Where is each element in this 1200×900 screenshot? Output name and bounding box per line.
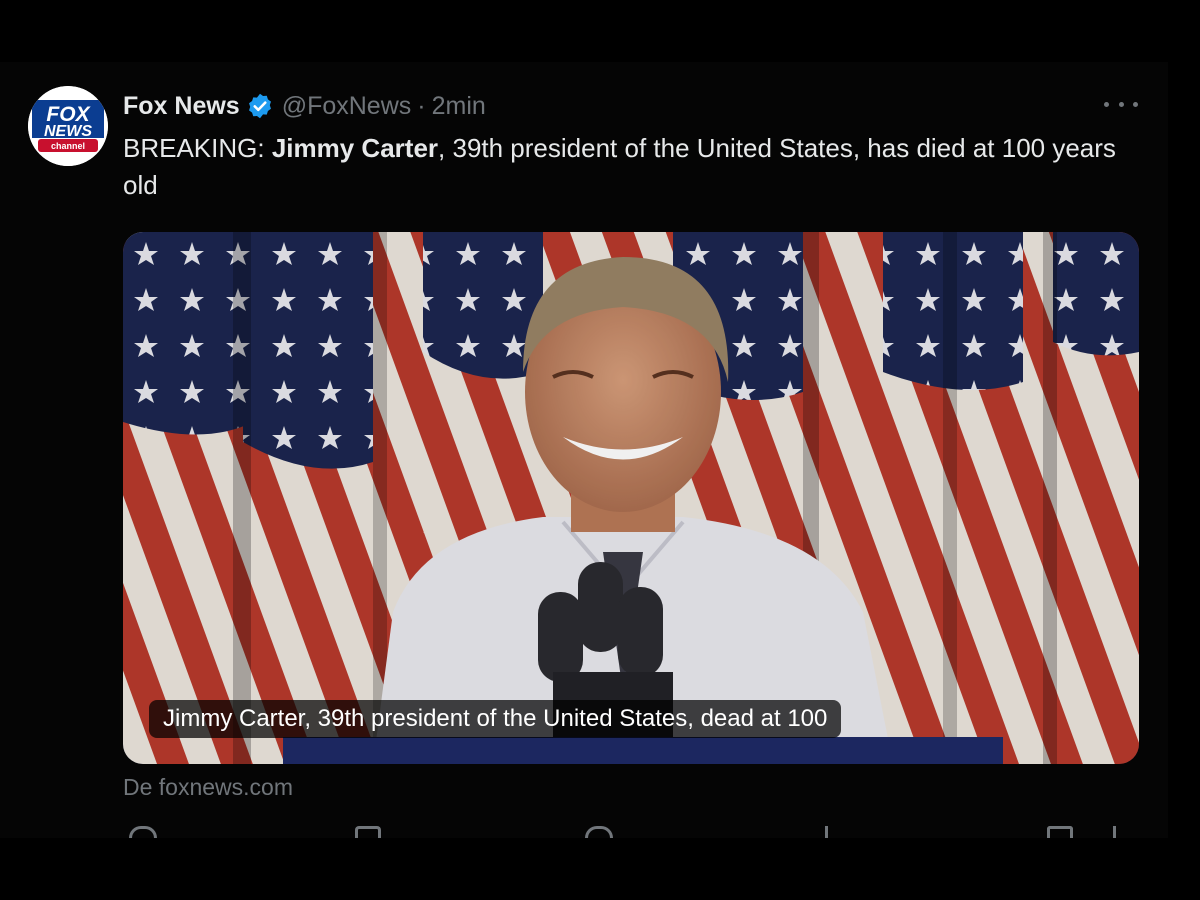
carter-photo	[123, 232, 1139, 764]
author-handle[interactable]: @FoxNews	[282, 92, 412, 121]
more-horizontal-icon[interactable]	[1104, 96, 1138, 112]
separator-dot: ·	[417, 91, 426, 120]
views-icon[interactable]	[825, 826, 828, 838]
text-prefix: BREAKING:	[123, 133, 272, 163]
reply-icon[interactable]	[129, 826, 157, 838]
share-icon[interactable]	[1113, 826, 1116, 838]
action-bar	[123, 826, 1133, 838]
media-caption: Jimmy Carter, 39th president of the Unit…	[149, 700, 842, 738]
logo-line2: NEWS	[44, 123, 92, 140]
tweet-text: BREAKING: Jimmy Carter, 39th president o…	[123, 130, 1143, 204]
verified-badge-icon	[246, 92, 274, 120]
author-name[interactable]: Fox News	[123, 92, 240, 121]
like-icon[interactable]	[585, 826, 613, 838]
text-bold-name: Jimmy Carter	[271, 133, 439, 163]
timestamp[interactable]: 2min	[432, 92, 486, 121]
tweet-card[interactable]: FOX NEWS channel Fox News @FoxNews · 2mi…	[0, 62, 1168, 838]
tweet-header: Fox News @FoxNews · 2min	[123, 90, 486, 122]
bookmark-icon[interactable]	[1047, 826, 1073, 838]
fox-news-avatar[interactable]: FOX NEWS channel	[28, 86, 108, 166]
retweet-icon[interactable]	[355, 826, 381, 838]
link-source[interactable]: De foxnews.com	[123, 774, 293, 801]
logo-line3: channel	[51, 141, 85, 151]
tweet-media-card[interactable]: Jimmy Carter, 39th president of the Unit…	[123, 232, 1139, 764]
fox-news-logo-icon: FOX NEWS channel	[28, 86, 108, 166]
